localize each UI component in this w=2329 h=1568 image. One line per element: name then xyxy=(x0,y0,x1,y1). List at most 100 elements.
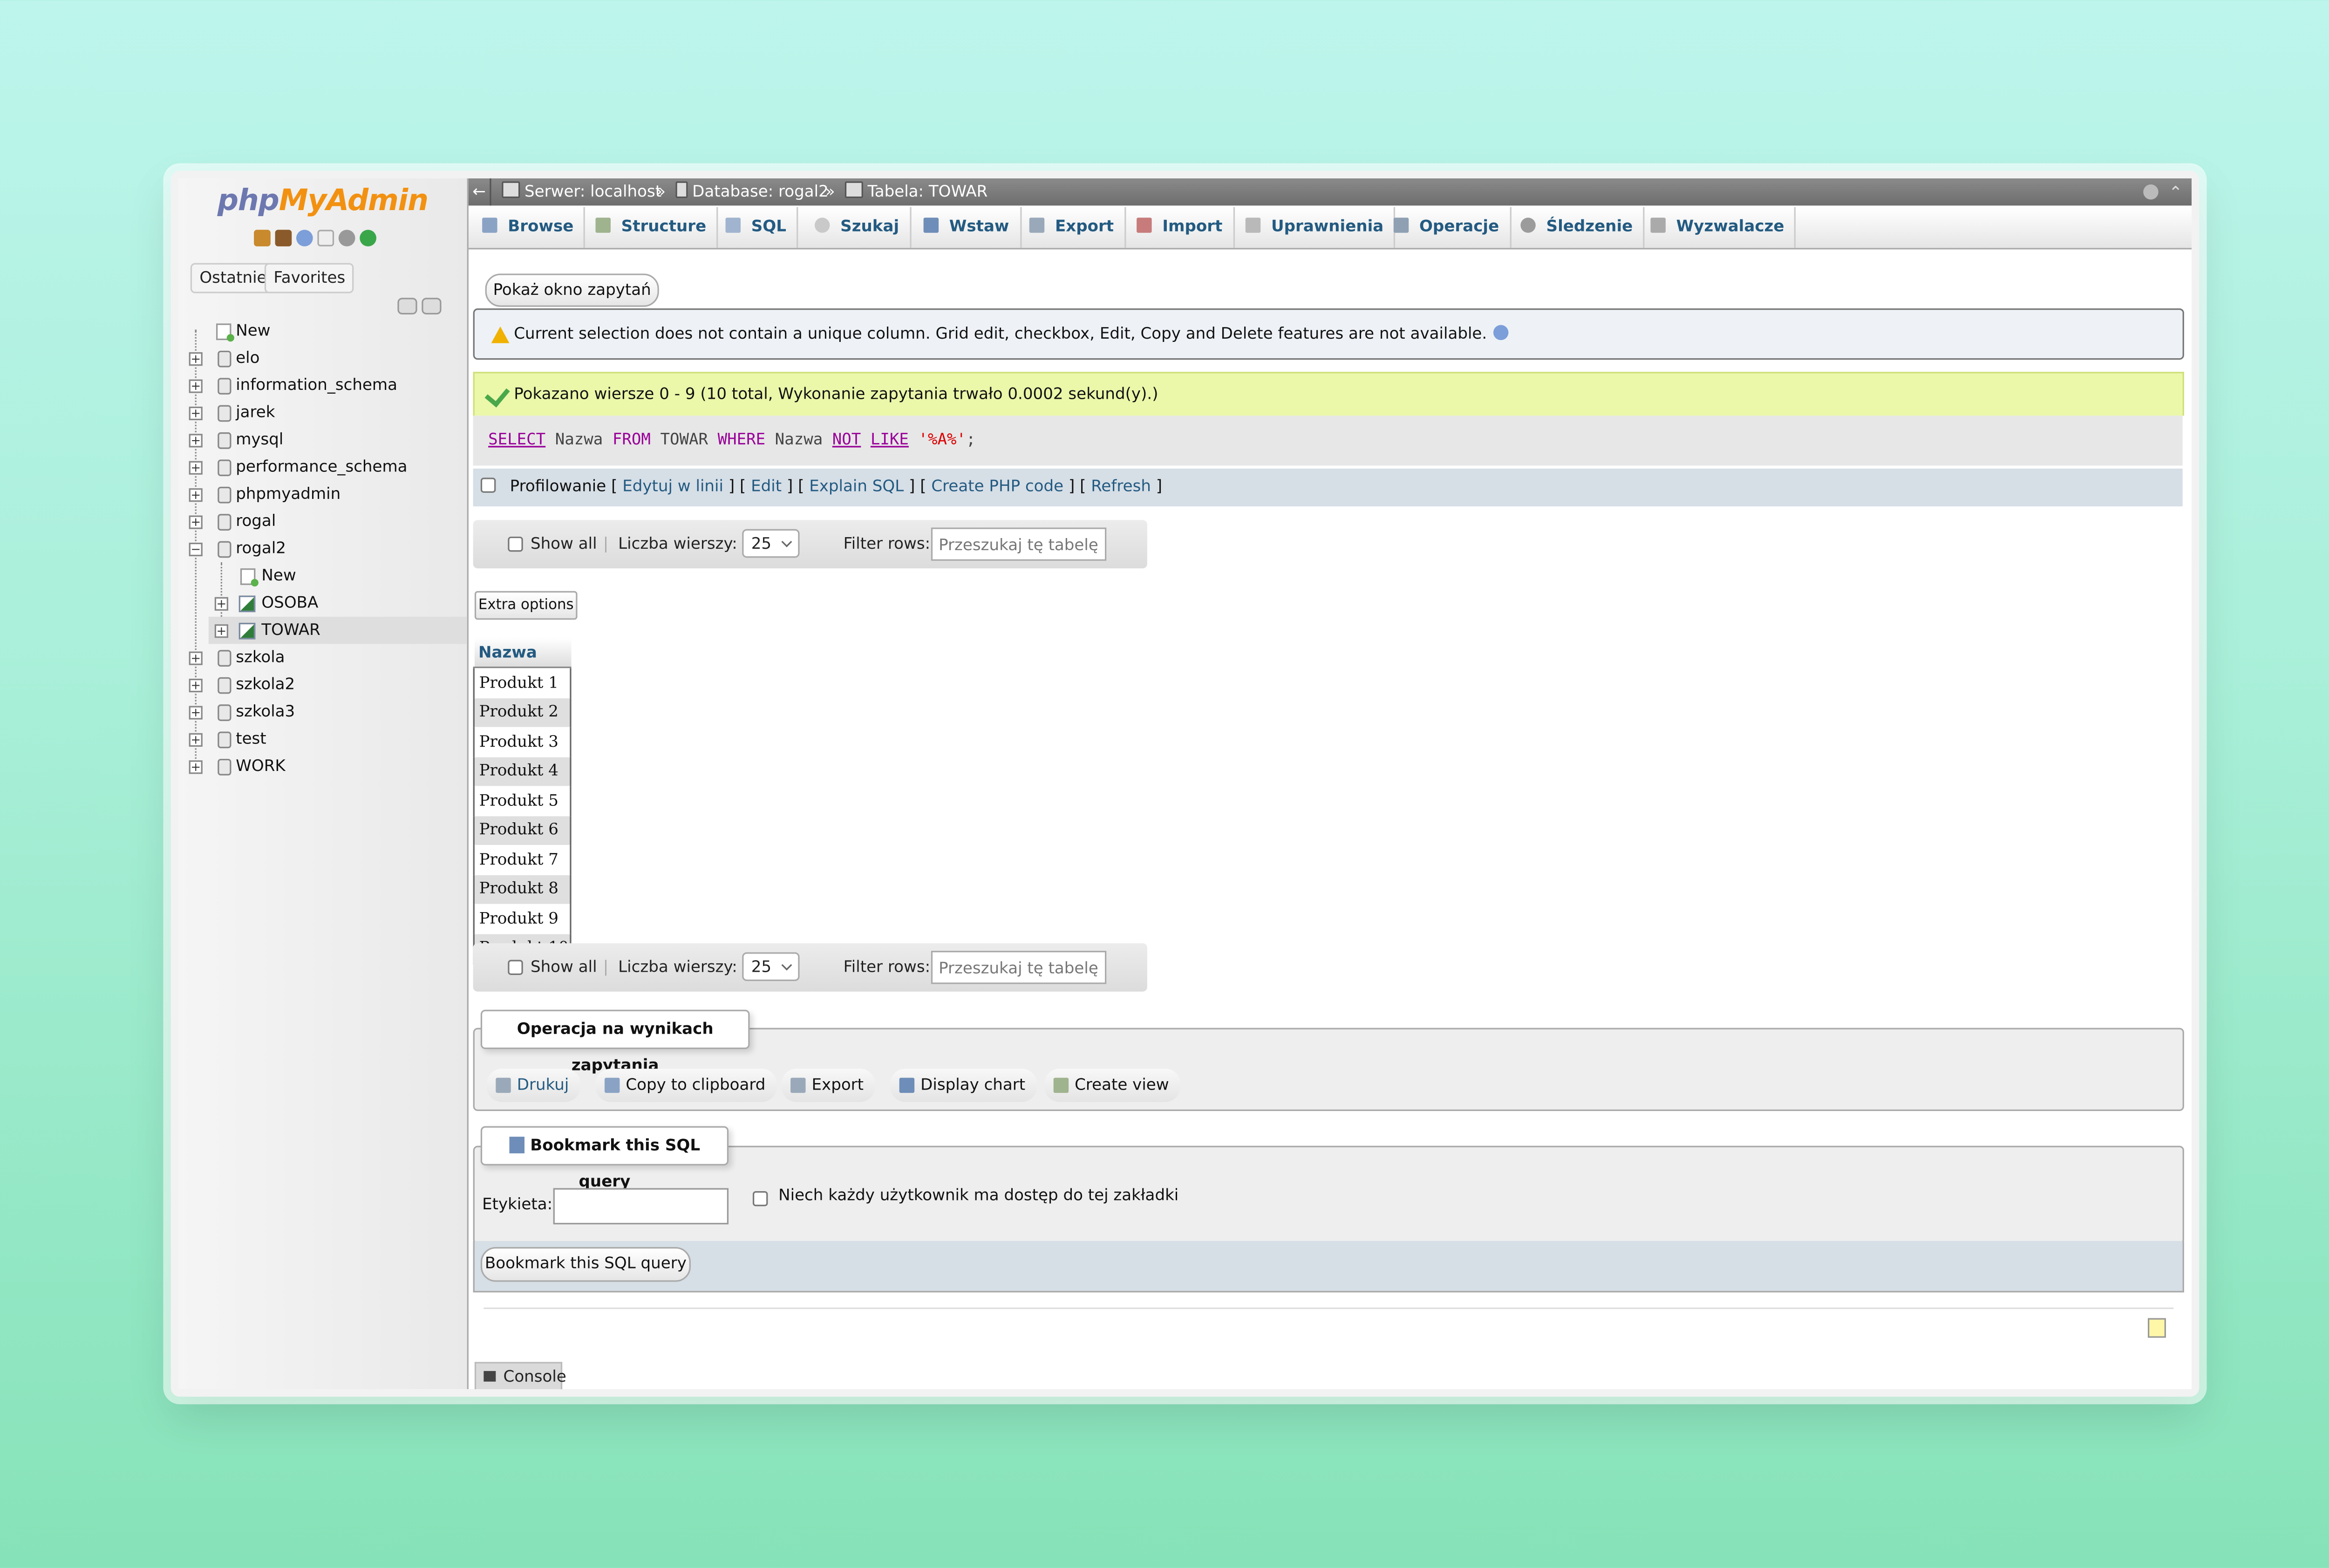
tree-label: OSOBA xyxy=(261,594,319,613)
expand-icon[interactable]: + xyxy=(189,379,203,393)
favorites-button[interactable]: Favorites xyxy=(264,263,354,293)
tree-item-rogal[interactable]: + rogal xyxy=(178,508,467,535)
tree-item-information-schema[interactable]: + information_schema xyxy=(178,372,467,399)
bookmark-query-button[interactable]: Bookmark this SQL query xyxy=(480,1247,691,1282)
breadcrumb-table[interactable]: Tabela: TOWAR xyxy=(844,178,987,205)
tab-triggers[interactable]: Wyzwalacze xyxy=(1637,207,1797,248)
filter-rows-input[interactable]: Przeszukaj tę tabelę xyxy=(931,527,1107,561)
info-icon[interactable] xyxy=(1493,325,1508,341)
expand-icon[interactable]: + xyxy=(189,434,203,448)
tab-import[interactable]: Import xyxy=(1123,207,1235,248)
tree-item-rogal2[interactable]: − rogal2 xyxy=(178,535,467,562)
rows-per-page-select[interactable]: 25 xyxy=(742,952,800,981)
tree-item-osoba[interactable]: + OSOBA xyxy=(178,590,467,617)
recent-tables-button[interactable]: Ostatnie xyxy=(190,263,276,293)
logout-icon[interactable] xyxy=(275,230,292,246)
refresh-link[interactable]: Refresh xyxy=(1091,477,1151,496)
warning-notice: Current selection does not contain a uni… xyxy=(473,308,2184,360)
table-row: Produkt 6 xyxy=(473,815,572,845)
expand-icon[interactable]: + xyxy=(214,597,228,611)
expand-icon[interactable]: + xyxy=(189,515,203,529)
export-button[interactable]: Export xyxy=(781,1069,876,1102)
phpmyadmin-logo[interactable]: phpMyAdmin xyxy=(178,183,467,218)
tree-label: rogal xyxy=(236,512,276,531)
copy-icon xyxy=(604,1077,620,1093)
filter-rows-input[interactable]: Przeszukaj tę tabelę xyxy=(931,951,1107,984)
documentation-icon[interactable] xyxy=(317,230,334,246)
explain-sql-link[interactable]: Explain SQL xyxy=(809,477,904,496)
tree-item-szkola3[interactable]: + szkola3 xyxy=(178,698,467,725)
export-label: Export xyxy=(811,1076,864,1095)
expand-icon[interactable]: + xyxy=(189,651,203,665)
tab-insert[interactable]: Wstaw xyxy=(910,207,1021,248)
page-settings-icon[interactable] xyxy=(2143,184,2159,200)
expand-icon[interactable]: + xyxy=(189,760,203,774)
expand-icon[interactable]: + xyxy=(189,678,203,693)
tab-structure[interactable]: Structure xyxy=(582,207,719,248)
show-all-checkbox[interactable] xyxy=(508,960,523,975)
share-bookmark-checkbox[interactable] xyxy=(752,1191,768,1207)
expand-icon[interactable]: + xyxy=(189,733,203,747)
tab-operations[interactable]: Operacje xyxy=(1380,207,1512,248)
tab-export[interactable]: Export xyxy=(1016,207,1126,248)
new-database-icon xyxy=(216,323,234,342)
tree-item-szkola[interactable]: + szkola xyxy=(178,644,467,671)
tab-sql[interactable]: SQL xyxy=(712,207,798,248)
expand-icon[interactable]: + xyxy=(189,352,203,366)
tree-item-test[interactable]: + test xyxy=(178,726,467,753)
link-with-main-icon[interactable] xyxy=(422,298,442,314)
inline-edit-link[interactable]: Edytuj w linii xyxy=(622,477,723,496)
display-chart-button[interactable]: Display chart xyxy=(890,1069,1038,1102)
tab-tracking[interactable]: Śledzenie xyxy=(1507,207,1645,248)
print-button[interactable]: Drukuj xyxy=(486,1069,581,1102)
profiling-checkbox[interactable] xyxy=(480,477,496,493)
expand-icon[interactable]: + xyxy=(189,488,203,502)
breadcrumb-database[interactable]: Database: rogal2 xyxy=(675,178,829,205)
collapse-all-icon[interactable] xyxy=(397,298,417,314)
expand-icon[interactable]: + xyxy=(189,406,203,421)
tree-item-new-database[interactable]: New xyxy=(178,317,467,344)
tab-privileges[interactable]: Uprawnienia xyxy=(1232,207,1396,248)
show-query-box-button[interactable]: Pokaż okno zapytań xyxy=(485,273,659,307)
settings-icon[interactable] xyxy=(338,230,355,246)
hide-menu-icon[interactable]: ⌃ xyxy=(2169,180,2183,207)
edit-link[interactable]: Edit xyxy=(751,477,782,496)
expand-icon[interactable]: + xyxy=(189,706,203,720)
tree-item-work[interactable]: + WORK xyxy=(178,753,467,780)
extra-options-button[interactable]: Extra options xyxy=(474,591,578,620)
logo-myadmin-text: MyAdmin xyxy=(279,183,429,218)
database-icon xyxy=(218,405,232,422)
tree-label: szkola2 xyxy=(236,675,295,694)
help-icon[interactable] xyxy=(296,230,313,246)
bookmark-label-input[interactable] xyxy=(553,1188,729,1225)
create-php-code-link[interactable]: Create PHP code xyxy=(931,477,1063,496)
home-icon[interactable] xyxy=(254,230,271,246)
show-all-checkbox[interactable] xyxy=(508,536,523,552)
tree-item-mysql[interactable]: + mysql xyxy=(178,426,467,453)
bookmark-legend: Bookmark this SQL query xyxy=(480,1126,729,1191)
tree-label: test xyxy=(236,730,266,749)
tree-item-jarek[interactable]: + jarek xyxy=(178,399,467,426)
tree-item-performance-schema[interactable]: + performance_schema xyxy=(178,453,467,480)
console-tab[interactable]: Console xyxy=(474,1362,566,1390)
reload-icon[interactable] xyxy=(360,230,376,246)
column-header-nazwa[interactable]: Nazwa xyxy=(474,638,571,668)
breadcrumb-server[interactable]: Serwer: localhost xyxy=(502,178,661,205)
create-view-button[interactable]: Create view xyxy=(1044,1069,1181,1102)
note-icon[interactable] xyxy=(2148,1318,2166,1338)
rows-per-page-select[interactable]: 25 xyxy=(742,529,800,558)
tree-item-elo[interactable]: + elo xyxy=(178,345,467,372)
tree-item-towar[interactable]: + TOWAR xyxy=(208,616,467,644)
expand-icon[interactable]: + xyxy=(214,624,228,638)
collapse-icon[interactable]: − xyxy=(189,542,203,557)
copy-to-clipboard-button[interactable]: Copy to clipboard xyxy=(595,1069,778,1102)
tab-browse[interactable]: Browse xyxy=(469,207,586,248)
tab-search[interactable]: Szukaj xyxy=(801,207,912,248)
database-icon xyxy=(218,731,232,749)
collapse-sidebar-icon[interactable]: ← xyxy=(469,178,491,206)
expand-icon[interactable]: + xyxy=(189,461,203,475)
tree-item-szkola2[interactable]: + szkola2 xyxy=(178,671,467,698)
tree-item-new-table[interactable]: New xyxy=(178,562,467,589)
results-table: Nazwa Produkt 1 Produkt 2 Produkt 3 Prod… xyxy=(473,638,572,965)
tree-item-phpmyadmin[interactable]: + phpmyadmin xyxy=(178,481,467,508)
